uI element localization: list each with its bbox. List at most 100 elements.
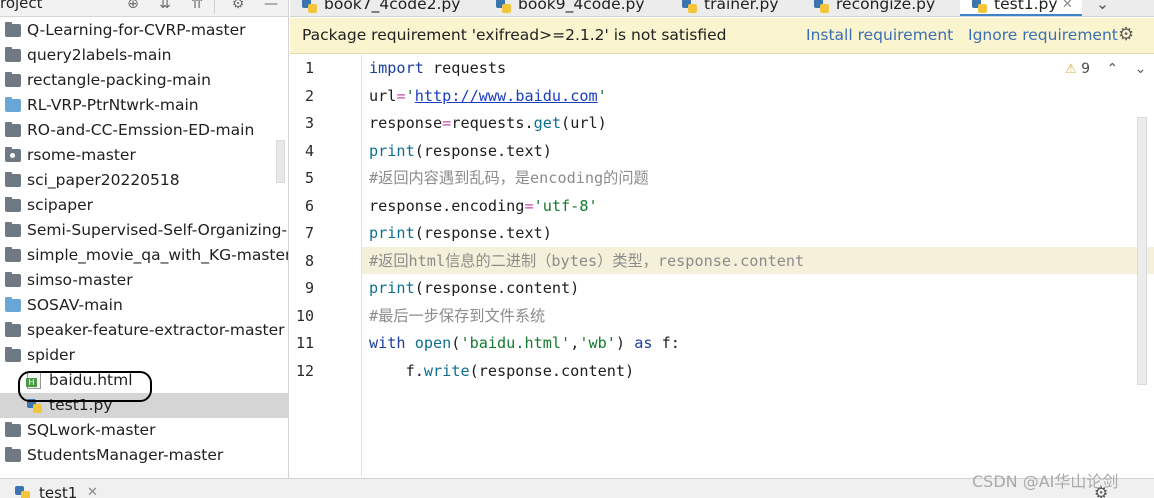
close-icon[interactable]: ✕ bbox=[1062, 0, 1073, 16]
code-line[interactable]: print(response.text) bbox=[369, 138, 552, 166]
banner-message: Package requirement 'exifread>=2.1.2' is… bbox=[302, 26, 727, 44]
tab-book7-4code2[interactable]: book7_4code2.py bbox=[302, 0, 488, 16]
tree-item[interactable]: RO-and-CC-Emssion-ED-main bbox=[0, 118, 288, 143]
folder-icon bbox=[5, 122, 21, 137]
tree-item[interactable]: SOSAV-main bbox=[0, 293, 288, 318]
code-token: (response.content) bbox=[469, 361, 635, 380]
tab-trainer[interactable]: trainer.py bbox=[682, 0, 802, 16]
locate-icon[interactable]: ⊕ bbox=[124, 0, 142, 13]
minimize-icon[interactable]: — bbox=[262, 0, 280, 13]
code-token: (response.content) bbox=[414, 279, 580, 297]
code-token: open bbox=[414, 334, 452, 352]
tree-item-label: test1.py bbox=[49, 396, 113, 414]
line-number: 2 bbox=[304, 86, 314, 105]
code-token: print bbox=[369, 224, 415, 242]
editor-tab-bar: book7_4code2.py book9_4code.py trainer.p… bbox=[290, 0, 1154, 17]
expand-all-icon[interactable]: ⇈ bbox=[188, 0, 206, 13]
tab-recongize[interactable]: recongize.py bbox=[814, 0, 954, 16]
code-token: ' bbox=[597, 86, 607, 105]
folder-icon bbox=[5, 72, 21, 87]
code-token: ) bbox=[615, 334, 635, 352]
tree-item[interactable]: rsome-master bbox=[0, 143, 288, 168]
line-number: 10 bbox=[295, 306, 314, 325]
collapse-all-icon[interactable]: ⇊ bbox=[156, 0, 174, 13]
tree-item-label: SOSAV-main bbox=[27, 296, 123, 314]
tree-item-label: SQLwork-master bbox=[27, 421, 156, 439]
tree-item[interactable]: StudentsManager-master bbox=[0, 443, 288, 468]
tree-item[interactable]: simso-master bbox=[0, 268, 288, 293]
gear-icon[interactable]: ⚙ bbox=[1118, 24, 1134, 45]
folder-icon bbox=[5, 222, 21, 237]
ignore-requirement-link[interactable]: Ignore requirement bbox=[968, 26, 1118, 44]
project-panel: roject ⊕ ⇊ ⇈ ⚙ — Q-Learning-for-CVRP-mas… bbox=[0, 0, 289, 478]
tree-item[interactable]: query2labels-main bbox=[0, 43, 288, 68]
code-line[interactable]: f.write(response.content) bbox=[369, 358, 635, 386]
code-token: f: bbox=[652, 334, 680, 352]
inspection-widget[interactable]: ⚠ 9 ⌃ ⌄ bbox=[1065, 61, 1146, 81]
code-line[interactable]: #最后一步保存到文件系统 bbox=[369, 303, 545, 331]
code-token: (response.text) bbox=[414, 224, 552, 242]
chevron-down-icon[interactable]: ⌄ bbox=[1096, 0, 1116, 16]
chevron-up-icon[interactable]: ⌃ bbox=[1106, 61, 1118, 77]
code-token: print bbox=[369, 279, 415, 297]
tree-item[interactable]: SQLwork-master bbox=[0, 418, 288, 443]
tree-item[interactable]: Hbaidu.html bbox=[0, 368, 288, 393]
chevron-down-icon[interactable]: ⌄ bbox=[1135, 61, 1147, 77]
line-number: 4 bbox=[304, 141, 314, 160]
code-line[interactable]: #返回html信息的二进制（bytes）类型，response.content bbox=[369, 248, 804, 276]
line-number: 7 bbox=[304, 224, 314, 242]
code-line[interactable]: response.encoding='utf-8' bbox=[369, 193, 598, 221]
python-file-icon bbox=[15, 486, 30, 498]
editor-scrollbar[interactable] bbox=[1137, 117, 1147, 385]
project-panel-title[interactable]: roject bbox=[0, 0, 43, 12]
python-file-icon bbox=[27, 399, 42, 413]
tree-item[interactable]: spider bbox=[0, 343, 288, 368]
code-line[interactable]: print(response.text) bbox=[369, 220, 552, 248]
tree-item[interactable]: simple_movie_qa_with_KG-master bbox=[0, 243, 289, 268]
close-icon[interactable]: ✕ bbox=[87, 485, 98, 498]
code-token: 'baidu.html' bbox=[460, 334, 571, 352]
code-token: = bbox=[524, 196, 534, 215]
code-line[interactable]: response=requests.get(url) bbox=[369, 110, 607, 138]
header-divider bbox=[214, 0, 215, 14]
code-token: requests bbox=[423, 59, 507, 77]
tree-item[interactable]: Semi-Supervised-Self-Organizing-Fu bbox=[0, 218, 289, 243]
line-number: 5 bbox=[304, 169, 314, 187]
folder-icon bbox=[5, 247, 21, 262]
project-scrollbar-thumb[interactable] bbox=[276, 140, 285, 183]
python-file-icon bbox=[496, 0, 511, 13]
folder-icon bbox=[5, 347, 21, 362]
code-line[interactable]: with open('baidu.html','wb') as f: bbox=[369, 330, 680, 358]
tree-item[interactable]: RL-VRP-PtrNtwrk-main bbox=[0, 93, 288, 118]
code-line[interactable]: import requests bbox=[369, 55, 506, 83]
code-token: ' bbox=[405, 86, 415, 105]
line-number: 8 bbox=[304, 251, 314, 270]
tree-item[interactable]: speaker-feature-extractor-master bbox=[0, 318, 288, 343]
line-number: 9 bbox=[304, 279, 314, 297]
code-line[interactable]: url='http://www.baidu.com' bbox=[369, 83, 607, 111]
requirement-banner: Package requirement 'exifread>=2.1.2' is… bbox=[290, 18, 1154, 54]
code-token: print bbox=[369, 141, 415, 160]
code-token: import bbox=[369, 59, 424, 77]
tree-item[interactable]: scipaper bbox=[0, 193, 288, 218]
tab-test1[interactable]: test1.py ✕ bbox=[960, 0, 1082, 16]
tree-item[interactable]: sci_paper20220518 bbox=[0, 168, 288, 193]
folder-icon bbox=[5, 172, 21, 187]
tree-item-label: simple_movie_qa_with_KG-master bbox=[27, 246, 289, 264]
tree-item-label: RO-and-CC-Emssion-ED-main bbox=[27, 121, 255, 139]
html-file-icon: H bbox=[26, 372, 41, 389]
code-line[interactable]: print(response.content) bbox=[369, 275, 579, 303]
tree-item[interactable]: test1.py bbox=[0, 393, 288, 418]
warning-icon[interactable]: ⚠ bbox=[1065, 62, 1077, 77]
code-editor[interactable]: 1 2 3 4 5 6 7 8 9 10 11 12 import requests url='http… bbox=[290, 55, 1154, 476]
code-token: with bbox=[369, 334, 415, 352]
tab-book9-4code[interactable]: book9_4code.py bbox=[496, 0, 674, 16]
tree-item[interactable]: rectangle-packing-main bbox=[0, 68, 288, 93]
code-token: get bbox=[533, 114, 562, 132]
tree-item-label: Semi-Supervised-Self-Organizing-Fu bbox=[27, 221, 289, 239]
code-line[interactable]: #返回内容遇到乱码，是encoding的问题 bbox=[369, 165, 649, 193]
gear-icon[interactable]: ⚙ bbox=[229, 0, 247, 13]
code-token: #最后一步保存到文件系统 bbox=[369, 306, 546, 325]
install-requirement-link[interactable]: Install requirement bbox=[806, 26, 953, 44]
tree-item[interactable]: Q-Learning-for-CVRP-master bbox=[0, 18, 288, 43]
